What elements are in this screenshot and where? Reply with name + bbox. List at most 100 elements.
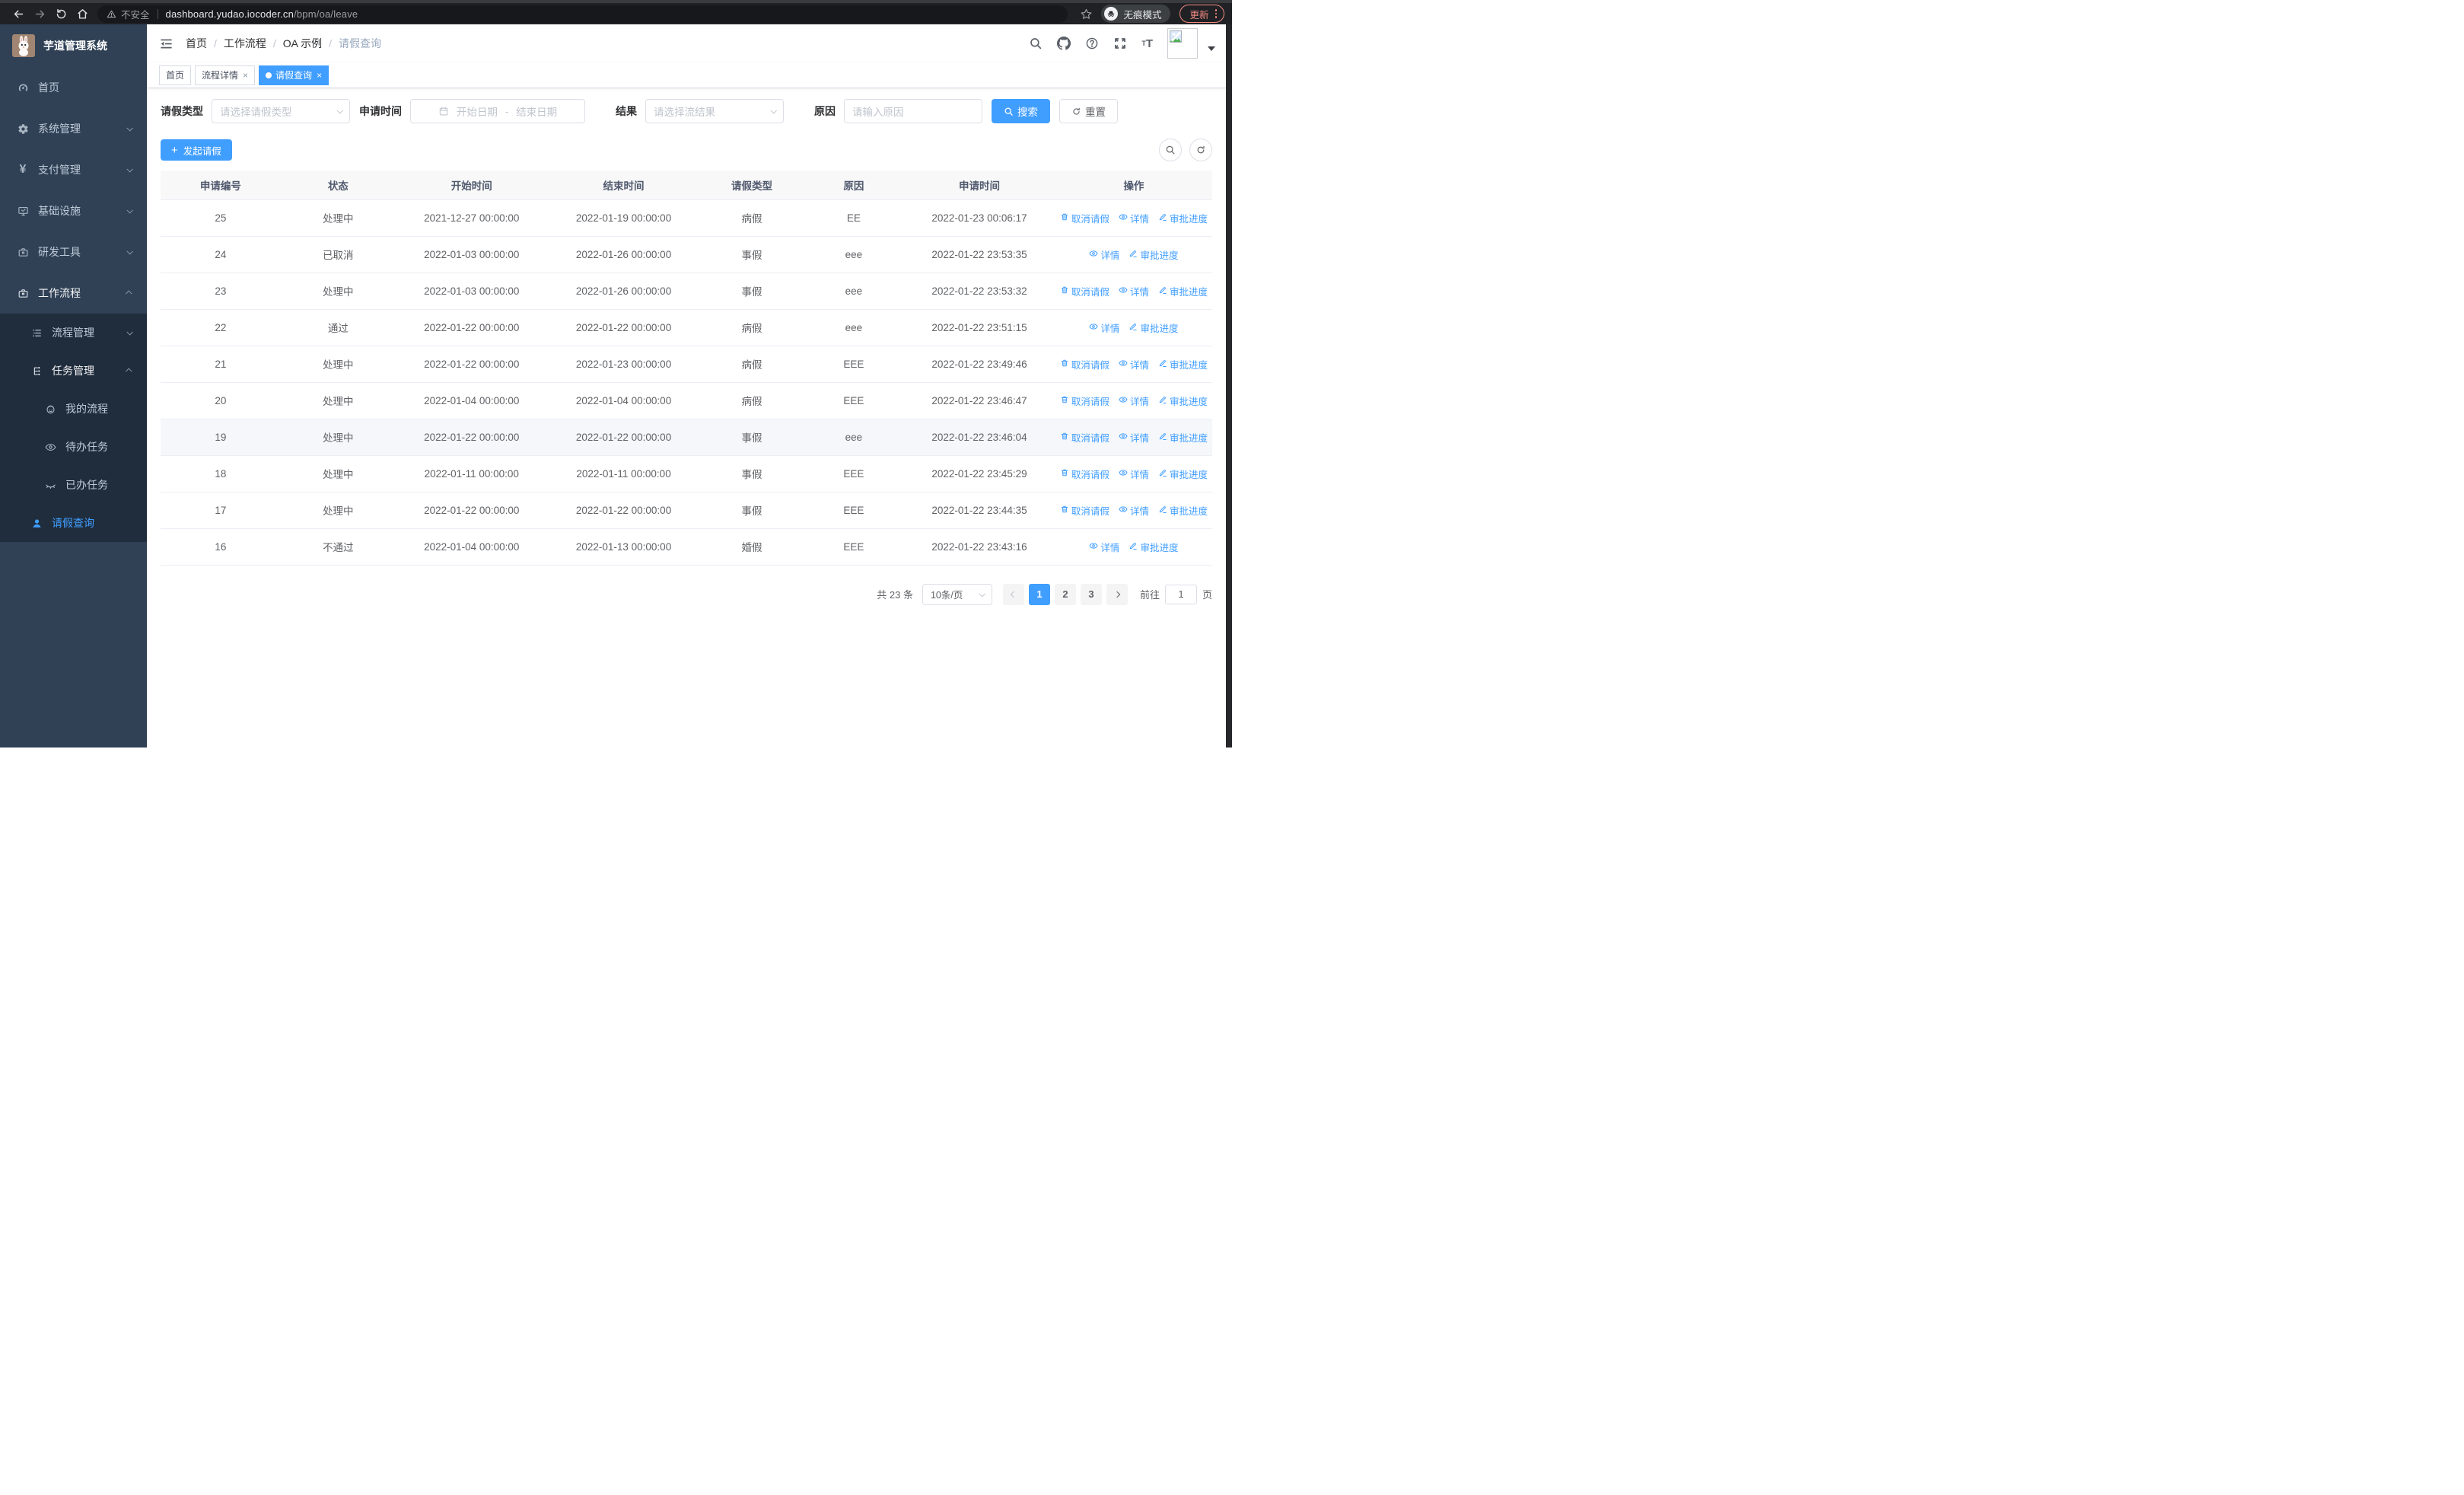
leave-type-select[interactable]: 请选择请假类型 <box>212 99 350 123</box>
close-tab-icon[interactable]: × <box>243 70 248 81</box>
breadcrumb-item[interactable]: 工作流程 <box>224 36 266 51</box>
search-icon[interactable] <box>1029 37 1043 50</box>
monitor-icon <box>17 206 29 217</box>
cancel-leave-link[interactable]: 取消请假 <box>1060 430 1109 445</box>
result-select[interactable]: 请选择流结果 <box>645 99 784 123</box>
reset-button[interactable]: 重置 <box>1059 99 1118 123</box>
yen-icon: ¥ <box>19 163 27 176</box>
action-label: 详情 <box>1129 432 1149 444</box>
refresh-table-button[interactable] <box>1189 139 1212 161</box>
cancel-leave-link[interactable]: 取消请假 <box>1060 467 1109 481</box>
detail-link[interactable]: 详情 <box>1089 247 1119 262</box>
progress-link[interactable]: 审批进度 <box>1129 540 1178 554</box>
cell-type: 病假 <box>699 309 804 346</box>
pagination: 共 23 条 10条/页 123 前往 页 <box>161 583 1212 620</box>
progress-link[interactable]: 审批进度 <box>1158 211 1208 225</box>
trash-icon <box>1060 359 1069 370</box>
goto-label: 前往 <box>1139 589 1160 601</box>
help-icon[interactable] <box>1085 37 1099 50</box>
reload-icon[interactable] <box>50 5 72 23</box>
progress-link[interactable]: 审批进度 <box>1158 430 1208 445</box>
sidebar-item-process-mgmt[interactable]: 流程管理 <box>0 314 147 352</box>
detail-link[interactable]: 详情 <box>1119 430 1149 445</box>
progress-link[interactable]: 审批进度 <box>1158 284 1208 298</box>
sidebar-item-payment[interactable]: ¥ 支付管理 <box>0 149 147 190</box>
progress-link[interactable]: 审批进度 <box>1129 247 1178 262</box>
tab-leave-query[interactable]: 请假查询 × <box>259 65 329 85</box>
next-page-button[interactable] <box>1106 583 1128 605</box>
filter-label-apply-time: 申请时间 <box>359 105 402 117</box>
prev-page-button[interactable] <box>1002 583 1024 605</box>
sidebar-item-my-process[interactable]: 我的流程 <box>0 390 147 428</box>
trash-icon <box>1060 395 1069 406</box>
toggle-search-button[interactable] <box>1159 139 1182 161</box>
sidebar-item-workflow[interactable]: 工作流程 <box>0 273 147 314</box>
progress-link[interactable]: 审批进度 <box>1158 503 1208 518</box>
cancel-leave-link[interactable]: 取消请假 <box>1060 357 1109 371</box>
reason-input[interactable]: 请输入原因 <box>844 99 982 123</box>
cancel-leave-link[interactable]: 取消请假 <box>1060 503 1109 518</box>
page-button-3[interactable]: 3 <box>1080 583 1102 605</box>
progress-link[interactable]: 审批进度 <box>1158 394 1208 408</box>
goto-page-input[interactable] <box>1164 584 1197 604</box>
breadcrumb-item[interactable]: OA 示例 <box>283 36 322 51</box>
forward-icon[interactable] <box>29 5 50 23</box>
sidebar-item-system[interactable]: 系统管理 <box>0 108 147 149</box>
sidebar-item-infra[interactable]: 基础设施 <box>0 190 147 231</box>
cancel-leave-link[interactable]: 取消请假 <box>1060 394 1109 408</box>
avatar[interactable] <box>1167 28 1198 59</box>
detail-link[interactable]: 详情 <box>1119 394 1149 408</box>
breadcrumb-item[interactable]: 首页 <box>186 36 207 51</box>
detail-link[interactable]: 详情 <box>1119 284 1149 298</box>
tab-home[interactable]: 首页 <box>159 65 192 85</box>
sidebar-item-task-mgmt[interactable]: 任务管理 <box>0 352 147 390</box>
page-button-1[interactable]: 1 <box>1028 583 1050 605</box>
cell-start: 2022-01-11 00:00:00 <box>395 455 548 492</box>
detail-link[interactable]: 详情 <box>1119 503 1149 518</box>
bookmark-star-icon[interactable] <box>1075 5 1097 23</box>
font-size-icon[interactable]: TT <box>1141 37 1153 50</box>
sidebar-toggle-icon[interactable] <box>159 37 173 51</box>
page-button-2[interactable]: 2 <box>1054 583 1076 605</box>
action-label: 详情 <box>1100 323 1120 334</box>
breadcrumb-item: 请假查询 <box>339 37 382 49</box>
create-leave-button[interactable]: + 发起请假 <box>161 139 232 161</box>
sidebar-item-leave-query[interactable]: 请假查询 <box>0 504 147 542</box>
cell-id: 21 <box>161 346 281 383</box>
progress-link[interactable]: 审批进度 <box>1158 467 1208 481</box>
action-label: 详情 <box>1100 542 1120 553</box>
browser-menu-icon[interactable] <box>1214 9 1217 18</box>
user-menu-caret-icon[interactable] <box>1208 46 1215 51</box>
detail-link[interactable]: 详情 <box>1119 357 1149 371</box>
search-button[interactable]: 搜索 <box>992 99 1050 123</box>
tab-process-detail[interactable]: 流程详情 × <box>195 65 256 85</box>
progress-link[interactable]: 审批进度 <box>1158 357 1208 371</box>
sidebar-item-done-tasks[interactable]: 已办任务 <box>0 466 147 504</box>
detail-link[interactable]: 详情 <box>1089 540 1119 554</box>
app-logo[interactable]: 芋道管理系统 <box>0 24 147 67</box>
cell-actions: 取消请假 详情 审批进度 <box>1055 419 1212 456</box>
detail-link[interactable]: 详情 <box>1089 320 1119 335</box>
close-tab-icon[interactable]: × <box>317 70 322 81</box>
browser-scrollbar[interactable] <box>1226 24 1232 748</box>
detail-link[interactable]: 详情 <box>1119 467 1149 481</box>
sidebar-item-todo-tasks[interactable]: 待办任务 <box>0 428 147 466</box>
github-icon[interactable] <box>1057 37 1071 50</box>
apply-time-range-picker[interactable]: 开始日期 - 结束日期 <box>410 99 585 123</box>
detail-link[interactable]: 详情 <box>1119 211 1149 225</box>
page-size-select[interactable]: 10条/页 <box>922 583 992 605</box>
cancel-leave-link[interactable]: 取消请假 <box>1060 284 1109 298</box>
update-button[interactable]: 更新 <box>1179 5 1224 23</box>
cell-reason: eee <box>804 309 904 346</box>
address-bar[interactable]: 不安全 dashboard.yudao.iocoder.cn/bpm/oa/le… <box>97 5 1068 23</box>
sidebar-item-devtools[interactable]: 研发工具 <box>0 231 147 273</box>
progress-link[interactable]: 审批进度 <box>1129 320 1178 335</box>
logo-image <box>12 34 35 57</box>
home-icon[interactable] <box>72 5 93 23</box>
plus-icon: + <box>171 143 178 157</box>
cancel-leave-link[interactable]: 取消请假 <box>1060 211 1109 225</box>
back-icon[interactable] <box>8 5 29 23</box>
fullscreen-icon[interactable] <box>1113 37 1127 50</box>
gear-icon <box>17 123 29 135</box>
sidebar-item-home[interactable]: 首页 <box>0 67 147 108</box>
